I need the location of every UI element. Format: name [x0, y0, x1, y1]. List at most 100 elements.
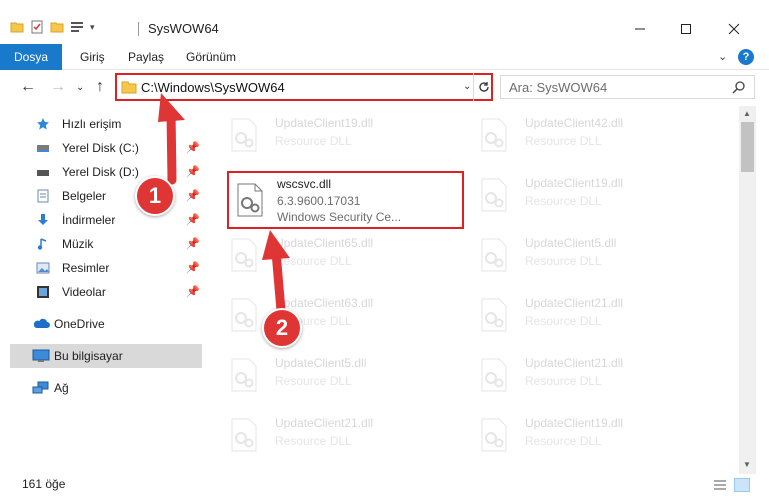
sidebar-item-label: Yerel Disk (D:) — [62, 165, 139, 179]
pin-icon[interactable]: 📌 — [186, 261, 200, 274]
pin-icon[interactable]: 📌 — [186, 141, 200, 154]
sidebar-item-label: Videolar — [62, 285, 106, 299]
sidebar-item-pictures[interactable]: Resimler 📌 — [0, 256, 205, 280]
list-item[interactable]: UpdateClient21.dll Resource DLL — [215, 408, 445, 462]
address-dropdown-icon[interactable]: ⌄ — [463, 81, 471, 92]
sidebar-item-label: Resimler — [62, 261, 110, 275]
file-type: Resource DLL — [525, 194, 602, 208]
refresh-button[interactable] — [473, 73, 493, 101]
highlighted-file[interactable]: wscsvc.dll 6.3.9600.17031 Windows Securi… — [227, 171, 464, 229]
file-description: Windows Security Ce... — [277, 210, 402, 224]
file-type: Resource DLL — [275, 254, 352, 268]
sidebar-item-videos[interactable]: Videolar 📌 — [0, 280, 205, 304]
refresh-icon — [478, 82, 489, 92]
navigation-pane: Hızlı erişim Yerel Disk (C:) 📌 Yerel Dis… — [0, 106, 205, 464]
list-item[interactable]: UpdateClient19.dll Resource DLL — [215, 108, 445, 162]
recent-locations-icon[interactable]: ⌄ — [76, 82, 84, 93]
file-type: Resource DLL — [525, 134, 602, 148]
file-type: Resource DLL — [525, 374, 602, 388]
sidebar-item-this-pc[interactable]: Bu bilgisayar — [10, 344, 202, 368]
file-name: UpdateClient65.dll — [275, 236, 374, 250]
tab-share[interactable]: Paylaş — [128, 50, 164, 64]
minimize-button[interactable] — [617, 14, 663, 44]
maximize-button[interactable] — [663, 14, 709, 44]
dll-file-icon — [481, 358, 507, 392]
file-name: UpdateClient5.dll — [525, 236, 617, 250]
sidebar-item-label: Hızlı erişim — [62, 117, 122, 131]
minimize-icon — [635, 28, 645, 30]
scrollbar-thumb[interactable] — [741, 122, 754, 172]
sidebar-item-label: Bu bilgisayar — [54, 349, 123, 363]
tab-file[interactable]: Dosya — [0, 44, 62, 70]
scroll-up-icon[interactable]: ▲ — [743, 109, 751, 118]
dll-file-icon — [231, 358, 257, 392]
list-item[interactable]: UpdateClient63.dll Resource DLL — [215, 288, 445, 342]
file-version: 6.3.9600.17031 — [277, 194, 361, 208]
sidebar-item-music[interactable]: Müzik 📌 — [0, 232, 205, 256]
chevron-down-icon[interactable]: ▾ — [90, 22, 95, 33]
step-badge-1: 1 — [135, 176, 175, 216]
dll-file-icon — [481, 118, 507, 152]
dll-file-icon — [481, 298, 507, 332]
file-name: UpdateClient21.dll — [275, 416, 374, 430]
sidebar-item-drive-c[interactable]: Yerel Disk (C:) 📌 — [0, 136, 205, 160]
vertical-scrollbar[interactable]: ▲ ▼ — [739, 106, 756, 474]
search-box[interactable]: Ara: SysWOW64 — [500, 75, 755, 99]
sidebar-item-label: OneDrive — [54, 317, 105, 331]
pin-icon[interactable]: 📌 — [186, 165, 200, 178]
file-name: UpdateClient5.dll — [275, 356, 367, 370]
list-item[interactable]: UpdateClient21.dll Resource DLL — [465, 288, 695, 342]
list-item[interactable]: UpdateClient21.dll Resource DLL — [465, 348, 695, 402]
drive-icon — [37, 170, 49, 176]
download-icon — [38, 214, 48, 225]
pin-icon[interactable]: 📌 — [186, 285, 200, 298]
dll-file-icon — [481, 418, 507, 452]
scroll-down-icon[interactable]: ▼ — [743, 460, 751, 469]
sidebar-item-downloads[interactable]: İndirmeler 📌 — [0, 208, 205, 232]
forward-button[interactable]: → — [50, 78, 66, 96]
tab-view[interactable]: Görünüm — [186, 50, 236, 64]
quick-access-toolbar: ▾ — [10, 20, 95, 34]
file-list: UpdateClient19.dll Resource DLL UpdateCl… — [215, 106, 739, 464]
up-button[interactable]: ↑ — [96, 78, 104, 96]
details-view-icon[interactable] — [712, 478, 728, 492]
sidebar-item-drive-d[interactable]: Yerel Disk (D:) 📌 — [0, 160, 205, 184]
list-item[interactable]: UpdateClient19.dll Resource DLL — [465, 408, 695, 462]
tiles-view-icon[interactable] — [734, 478, 750, 492]
list-item[interactable]: UpdateClient5.dll Resource DLL — [465, 228, 695, 282]
search-placeholder: Ara: SysWOW64 — [509, 80, 608, 95]
sidebar-item-label: Müzik — [62, 237, 94, 251]
help-icon[interactable]: ? — [738, 49, 754, 65]
videos-icon — [37, 286, 49, 298]
pictures-icon — [36, 262, 50, 274]
computer-icon — [32, 349, 50, 362]
pin-icon[interactable]: 📌 — [186, 189, 200, 202]
file-name: UpdateClient19.dll — [275, 116, 374, 130]
list-item[interactable]: UpdateClient42.dll Resource DLL — [465, 108, 695, 162]
file-name: UpdateClient63.dll — [275, 296, 374, 310]
address-path[interactable]: C:\Windows\SysWOW64 — [141, 80, 285, 95]
sidebar-item-quick-access[interactable]: Hızlı erişim — [0, 112, 205, 136]
sidebar-item-onedrive[interactable]: OneDrive — [0, 312, 205, 336]
new-folder-icon[interactable] — [50, 20, 64, 34]
sidebar-item-network[interactable]: Ağ — [0, 376, 205, 400]
list-item[interactable]: UpdateClient65.dll Resource DLL — [215, 228, 445, 282]
tab-home[interactable]: Giriş — [80, 50, 105, 64]
address-bar[interactable]: C:\Windows\SysWOW64 ⌄ — [115, 73, 493, 101]
file-name: UpdateClient21.dll — [525, 296, 624, 310]
list-item[interactable]: UpdateClient19.dll Resource DLL — [465, 168, 695, 222]
file-type: Resource DLL — [275, 134, 352, 148]
dll-file-icon — [231, 118, 257, 152]
customize-toolbar-icon[interactable] — [70, 20, 84, 34]
pin-icon[interactable]: 📌 — [186, 237, 200, 250]
music-icon — [37, 238, 47, 250]
folder-icon[interactable] — [10, 20, 24, 34]
ribbon-expand-icon[interactable]: ⌄ — [718, 50, 727, 63]
sidebar-item-label: İndirmeler — [62, 213, 116, 227]
close-button[interactable] — [711, 14, 757, 44]
properties-icon[interactable] — [30, 20, 44, 34]
pin-icon[interactable]: 📌 — [186, 213, 200, 226]
list-item[interactable]: UpdateClient5.dll Resource DLL — [215, 348, 445, 402]
back-button[interactable]: ← — [20, 78, 36, 96]
drive-icon — [37, 145, 49, 152]
